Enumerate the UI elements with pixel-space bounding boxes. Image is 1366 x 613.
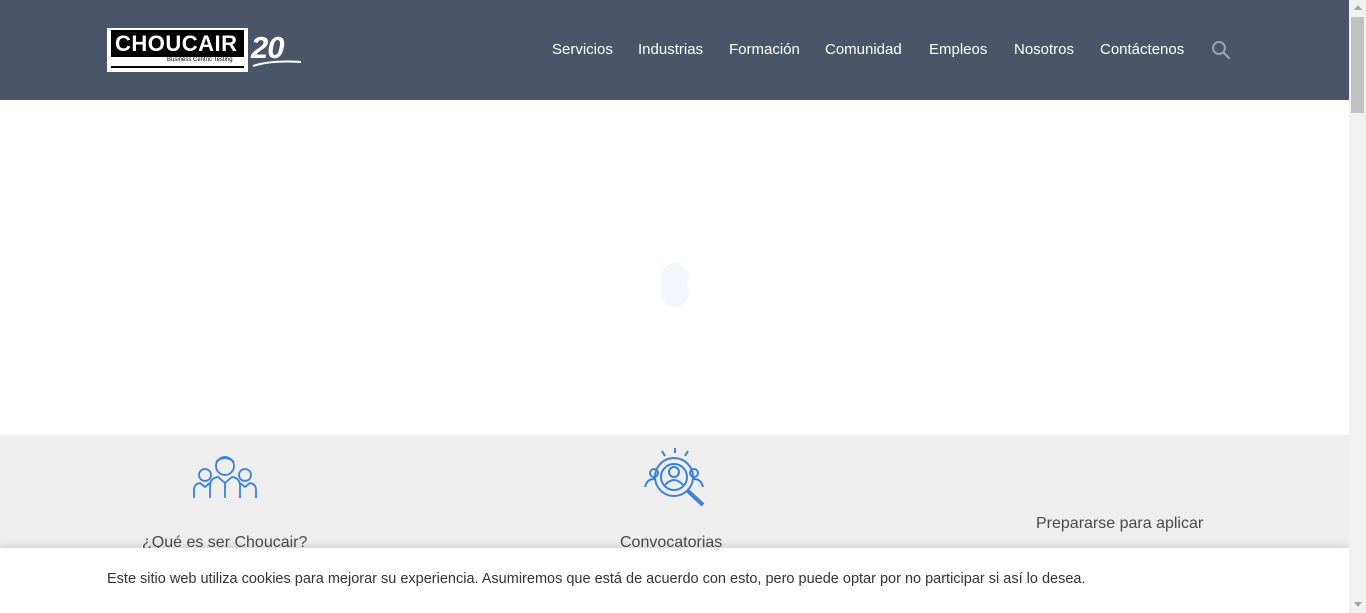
page-scrollbar[interactable] <box>1349 0 1366 613</box>
logo-wordmark: CHOUCAIR <box>111 30 244 57</box>
nav-item-servicios[interactable]: Servicios <box>552 40 613 60</box>
team-icon <box>193 456 257 498</box>
logo-registered-mark: ® <box>238 31 244 38</box>
nav-item-formacion[interactable]: Formación <box>729 40 800 60</box>
recruitment-search-icon <box>644 448 705 507</box>
loading-spinner-icon <box>661 263 689 307</box>
choucair-logo[interactable]: CHOUCAIR ® Business Centric Testing 20 <box>107 28 307 74</box>
nav-item-nosotros[interactable]: Nosotros <box>1014 40 1074 60</box>
logo-swoosh-icon <box>252 60 302 67</box>
site-header: CHOUCAIR ® Business Centric Testing 20 S… <box>0 0 1349 100</box>
scrollbar-thumb[interactable] <box>1351 17 1364 113</box>
scroll-down-arrow-icon[interactable] <box>1354 602 1362 607</box>
feature-title-prepararse[interactable]: Prepararse para aplicar <box>1036 515 1203 533</box>
nav-item-empleos[interactable]: Empleos <box>929 40 987 60</box>
scroll-up-arrow-icon[interactable] <box>1354 5 1362 10</box>
cookie-message: Este sitio web utiliza cookies para mejo… <box>107 571 1086 587</box>
nav-item-comunidad[interactable]: Comunidad <box>825 40 902 60</box>
logo-box: CHOUCAIR ® Business Centric Testing <box>107 28 248 72</box>
cookie-banner: Este sitio web utiliza cookies para mejo… <box>0 548 1349 613</box>
logo-tagline: Business Centric Testing <box>167 57 233 63</box>
nav-item-industrias[interactable]: Industrias <box>638 40 703 60</box>
nav-item-contactenos[interactable]: Contáctenos <box>1100 40 1184 60</box>
logo-underline <box>111 66 244 68</box>
search-icon[interactable] <box>1211 40 1231 60</box>
